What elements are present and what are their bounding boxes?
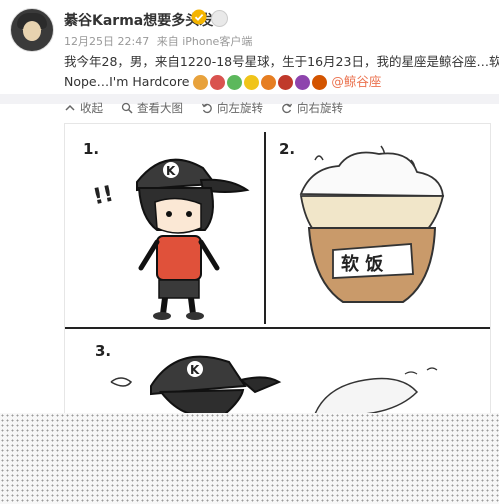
post-text-line1: 我今年28，男，来自1220-18号星球，生于16月23日，我的星座是鲸谷座…软… [64, 54, 499, 69]
emoji-row [193, 74, 328, 90]
cap-letter: K [166, 164, 176, 178]
svg-text:K: K [190, 363, 200, 377]
view-large-button[interactable]: 查看大图 [121, 100, 183, 116]
post-image[interactable]: 1. 2. 3. !! K 软 饭 K [64, 123, 491, 415]
post-header: 綦谷Karma想要多头发 12月25日 22:47 来自 iPhone客户端 我… [0, 0, 499, 95]
emoji-icon [244, 74, 260, 90]
emoji-icon [261, 74, 277, 90]
emoji-icon [278, 74, 294, 90]
post-meta: 12月25日 22:47 来自 iPhone客户端 [64, 33, 252, 49]
scanline-overlay [0, 413, 499, 504]
panel3-number: 3. [95, 342, 111, 360]
avatar[interactable] [10, 8, 54, 52]
panel2-number: 2. [279, 140, 295, 158]
verified-badge-icon [191, 9, 207, 25]
mention-link[interactable]: @鲸谷座 [331, 72, 381, 92]
post-text: 我今年28，男，来自1220-18号星球，生于16月23日，我的星座是鲸谷座…软… [64, 52, 499, 92]
panel1-number: 1. [83, 140, 99, 158]
zoom-icon [121, 102, 133, 114]
post-timestamp[interactable]: 12月25日 22:47 [64, 35, 149, 48]
bowl-label: 软 饭 [341, 253, 383, 275]
collapse-icon [65, 104, 75, 111]
rotate-left-icon [201, 103, 212, 114]
rotate-left-button[interactable]: 向左旋转 [201, 100, 263, 116]
rice-bowl-illustration: 软 饭 [299, 145, 445, 303]
rotate-right-button[interactable]: 向右旋转 [281, 100, 343, 116]
boy-character: !! K [91, 158, 250, 320]
emoji-icon [227, 74, 243, 90]
rotate-right-icon [282, 103, 293, 114]
member-badge-icon[interactable] [211, 10, 228, 27]
emoji-icon [210, 74, 226, 90]
rice-spill-illustration [313, 367, 438, 415]
collapse-button[interactable]: 收起 [64, 100, 103, 116]
exclaim-mark: !! [91, 182, 116, 211]
comic-illustration: 1. 2. 3. !! K 软 饭 K [65, 132, 490, 415]
emoji-icon [295, 74, 311, 90]
post-text-line2: Nope…I'm Hardcore [64, 74, 190, 89]
emoji-icon [193, 74, 209, 90]
image-toolbar: 收起 查看大图 向左旋转 向右旋转 [64, 97, 343, 119]
post-source: 来自 iPhone客户端 [156, 35, 253, 48]
boy-character-panel3: K [110, 355, 282, 415]
emoji-icon [312, 74, 328, 90]
